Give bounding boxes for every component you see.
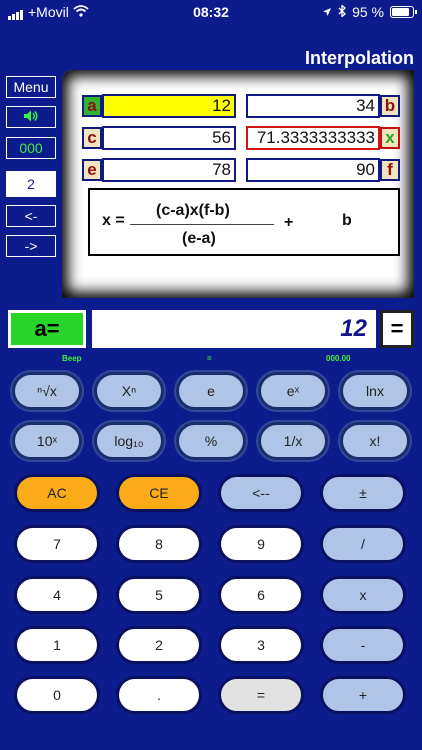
label-c: c <box>82 127 102 149</box>
memory-label: 000.00 <box>326 354 351 363</box>
subtract-key[interactable]: - <box>320 626 406 664</box>
nth-root-key[interactable]: ⁿ√x <box>12 372 82 410</box>
factorial-key[interactable]: x! <box>340 422 410 460</box>
ln-key[interactable]: lnx <box>340 372 410 410</box>
counter-button[interactable]: 000 <box>6 137 56 159</box>
row-e-f: e 78 90 f <box>82 158 400 182</box>
divide-key[interactable]: / <box>320 525 406 563</box>
input-e[interactable]: 78 <box>102 158 236 182</box>
display-row: a= 12 = <box>0 310 422 350</box>
prev-button[interactable]: <- <box>6 205 56 227</box>
ten-power-key[interactable]: 10ˣ <box>12 422 82 460</box>
label-e: e <box>82 159 102 181</box>
battery-label: 95 % <box>352 4 384 20</box>
digit-9-key[interactable]: 9 <box>218 525 304 563</box>
digit-2-key[interactable]: 2 <box>116 626 202 664</box>
percent-key[interactable]: % <box>176 422 246 460</box>
exp-key[interactable]: eˣ <box>258 372 328 410</box>
plus-minus-key[interactable]: ± <box>320 474 406 512</box>
input-f[interactable]: 90 <box>246 158 380 182</box>
input-b[interactable]: 34 <box>246 94 380 118</box>
location-icon <box>322 4 332 20</box>
formula-lhs: x = <box>102 212 125 229</box>
power-key[interactable]: Xⁿ <box>94 372 164 410</box>
ac-key[interactable]: AC <box>14 474 100 512</box>
battery-icon <box>390 6 417 18</box>
page-title: Interpolation <box>305 48 414 68</box>
multiply-key[interactable]: x <box>320 576 406 614</box>
digit-3-key[interactable]: 3 <box>218 626 304 664</box>
label-a: a <box>82 95 102 117</box>
digit-5-key[interactable]: 5 <box>116 576 202 614</box>
label-b: b <box>380 95 400 117</box>
status-right: 95 % <box>322 4 417 20</box>
row-a-b: a 12 34 b <box>82 94 400 118</box>
main-display: 12 <box>92 310 376 348</box>
decimal-key[interactable]: . <box>116 676 202 714</box>
formula-box: x = (c-a)x(f-b) (e-a) + b <box>88 188 400 256</box>
digit-1-key[interactable]: 1 <box>14 626 100 664</box>
result-x: 71.3333333333 <box>246 126 380 150</box>
reciprocal-key[interactable]: 1/x <box>258 422 328 460</box>
speaker-icon <box>23 109 39 126</box>
fraction-line <box>130 224 274 225</box>
label-f: f <box>380 159 400 181</box>
ce-key[interactable]: CE <box>116 474 202 512</box>
variable-indicator: a= <box>8 310 86 348</box>
equals-label: = <box>207 354 212 363</box>
next-button[interactable]: -> <box>6 235 56 257</box>
menu-button[interactable]: Menu <box>6 76 56 98</box>
formula-denominator: (e-a) <box>182 230 216 247</box>
status-bar: +Movil 08:32 95 % <box>0 0 422 24</box>
row-c-x: c 56 71.3333333333 x <box>82 126 400 150</box>
formula-numerator: (c-a)x(f-b) <box>156 202 230 219</box>
beep-label: Beep <box>62 354 82 363</box>
digit-4-key[interactable]: 4 <box>14 576 100 614</box>
input-c[interactable]: 56 <box>102 126 236 150</box>
input-a[interactable]: 12 <box>102 94 236 118</box>
digit-6-key[interactable]: 6 <box>218 576 304 614</box>
assign-equals-button[interactable]: = <box>380 310 414 348</box>
index-field[interactable]: 2 <box>6 171 56 197</box>
digit-0-key[interactable]: 0 <box>14 676 100 714</box>
digit-8-key[interactable]: 8 <box>116 525 202 563</box>
formula-plus: + <box>284 214 294 231</box>
sound-toggle-button[interactable] <box>6 106 56 128</box>
log10-key[interactable]: log₁₀ <box>94 422 164 460</box>
label-x: x <box>380 127 400 149</box>
digit-7-key[interactable]: 7 <box>14 525 100 563</box>
e-key[interactable]: e <box>176 372 246 410</box>
formula-b: b <box>342 212 352 229</box>
backspace-key[interactable]: <-- <box>218 474 304 512</box>
bluetooth-icon <box>338 4 347 20</box>
add-key[interactable]: + <box>320 676 406 714</box>
equals-key[interactable]: = <box>218 676 304 714</box>
